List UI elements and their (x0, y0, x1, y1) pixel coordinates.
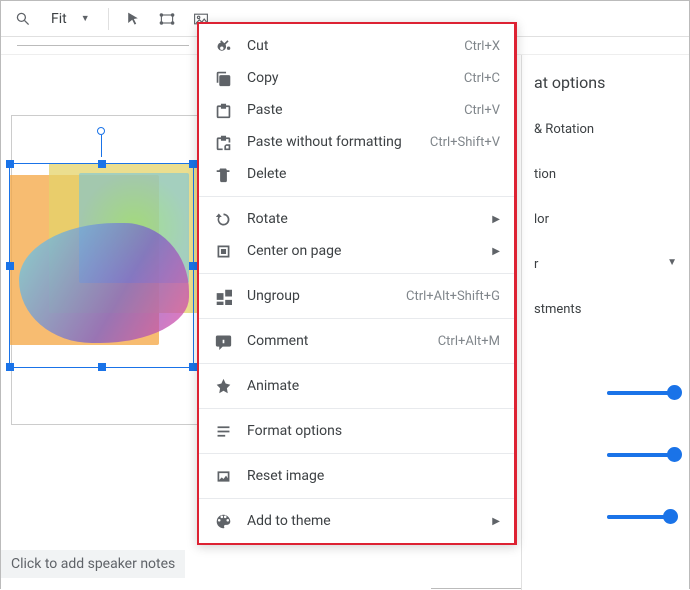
rotation-line (101, 135, 102, 157)
select-tool-icon[interactable] (119, 5, 147, 33)
context-menu-label: Format options (247, 423, 500, 439)
zoom-icon[interactable] (9, 5, 37, 33)
panel-title: at options (534, 73, 677, 92)
panel-section-position[interactable]: tion (534, 167, 677, 182)
speaker-notes-placeholder: Click to add speaker notes (11, 556, 175, 572)
resize-handle-n[interactable] (98, 160, 106, 168)
zoom-select[interactable]: Fit ▼ (43, 9, 98, 29)
adjustment-slider[interactable] (607, 391, 677, 395)
format-icon (213, 421, 233, 441)
resize-handle-ne[interactable] (189, 160, 197, 168)
animate-icon (213, 376, 233, 396)
context-menu-divider (199, 498, 514, 499)
resize-handle-sw[interactable] (6, 363, 14, 371)
context-menu-label: Animate (247, 378, 500, 394)
context-menu-label: Cut (247, 38, 464, 54)
context-menu-divider (199, 196, 514, 197)
rotation-handle[interactable] (97, 127, 105, 135)
slider-knob[interactable] (667, 447, 682, 462)
context-menu-label: Ungroup (247, 288, 406, 304)
context-menu-divider (199, 408, 514, 409)
context-menu-item-copy[interactable]: CopyCtrl+C (199, 62, 514, 94)
context-menu-label: Reset image (247, 468, 500, 484)
slider-knob[interactable] (667, 385, 682, 400)
textbox-tool-icon[interactable] (153, 5, 181, 33)
context-menu-item-ungroup[interactable]: UngroupCtrl+Alt+Shift+G (199, 280, 514, 312)
ungroup-icon (213, 286, 233, 306)
context-menu-label: Delete (247, 166, 500, 182)
context-menu-shortcut: Ctrl+C (464, 71, 500, 86)
context-menu-item-rotate[interactable]: Rotate ▶ (199, 203, 514, 235)
context-menu-label: Rotate (247, 211, 486, 227)
speaker-notes-input[interactable]: Click to add speaker notes (1, 550, 185, 578)
context-menu-item-add-to-theme[interactable]: Add to theme ▶ (199, 505, 514, 537)
context-menu-item-paste-without-formatting[interactable]: Paste without formattingCtrl+Shift+V (199, 126, 514, 158)
context-menu-label: Center on page (247, 243, 486, 259)
paste-icon (213, 100, 233, 120)
context-menu-label: Paste without formatting (247, 134, 430, 150)
selection-bounding-box (9, 163, 194, 368)
context-menu-divider (199, 363, 514, 364)
resize-handle-w[interactable] (6, 262, 14, 270)
copy-icon (213, 68, 233, 88)
context-menu-item-comment[interactable]: CommentCtrl+Alt+M (199, 325, 514, 357)
context-menu-item-center-on-page[interactable]: Center on page ▶ (199, 235, 514, 267)
context-menu-divider (199, 318, 514, 319)
context-menu-label: Copy (247, 70, 464, 86)
toolbar-separator (108, 8, 109, 30)
context-menu-shortcut: Ctrl+X (464, 39, 500, 54)
context-menu-item-paste[interactable]: PasteCtrl+V (199, 94, 514, 126)
submenu-arrow-icon: ▶ (492, 516, 500, 527)
cut-icon (213, 36, 233, 56)
comment-icon (213, 331, 233, 351)
submenu-arrow-icon: ▶ (492, 246, 500, 257)
context-menu-shortcut: Ctrl+Alt+Shift+G (406, 289, 500, 304)
context-menu-divider (199, 453, 514, 454)
rotate-icon (213, 209, 233, 229)
resize-handle-s[interactable] (98, 363, 106, 371)
theme-icon (213, 511, 233, 531)
context-menu-shortcut: Ctrl+Alt+M (438, 334, 500, 349)
resize-handle-se[interactable] (189, 363, 197, 371)
context-menu-item-delete[interactable]: Delete (199, 158, 514, 190)
context-menu-item-format-options[interactable]: Format options (199, 415, 514, 447)
submenu-arrow-icon: ▶ (492, 214, 500, 225)
resize-handle-nw[interactable] (6, 160, 14, 168)
context-menu-item-reset-image[interactable]: Reset image (199, 460, 514, 492)
dropdown-caret-icon: ▼ (667, 257, 677, 268)
zoom-value: Fit (51, 11, 67, 27)
format-options-panel: at options & Rotation tion lor r▼ stment… (521, 55, 689, 590)
resize-handle-e[interactable] (189, 262, 197, 270)
delete-icon (213, 164, 233, 184)
slider-knob[interactable] (663, 509, 678, 524)
panel-section-recolor[interactable]: lor (534, 212, 677, 227)
adjustment-slider[interactable] (607, 453, 677, 457)
paste-nf-icon (213, 132, 233, 152)
context-menu-label: Comment (247, 333, 438, 349)
panel-section-adjustments[interactable]: stments (534, 302, 677, 317)
context-menu-label: Paste (247, 102, 464, 118)
context-menu-shortcut: Ctrl+V (464, 103, 500, 118)
context-menu-shortcut: Ctrl+Shift+V (430, 135, 500, 150)
panel-section-other[interactable]: r▼ (534, 257, 677, 272)
adjustment-slider[interactable] (607, 515, 677, 519)
dropdown-caret-icon: ▼ (81, 13, 90, 24)
context-menu-label: Add to theme (247, 513, 486, 529)
panel-section-size-rotation[interactable]: & Rotation (534, 122, 677, 137)
context-menu: CutCtrl+XCopyCtrl+CPasteCtrl+VPaste with… (197, 22, 517, 545)
context-menu-item-cut[interactable]: CutCtrl+X (199, 30, 514, 62)
reset-img-icon (213, 466, 233, 486)
center-icon (213, 241, 233, 261)
context-menu-item-animate[interactable]: Animate (199, 370, 514, 402)
context-menu-divider (199, 273, 514, 274)
